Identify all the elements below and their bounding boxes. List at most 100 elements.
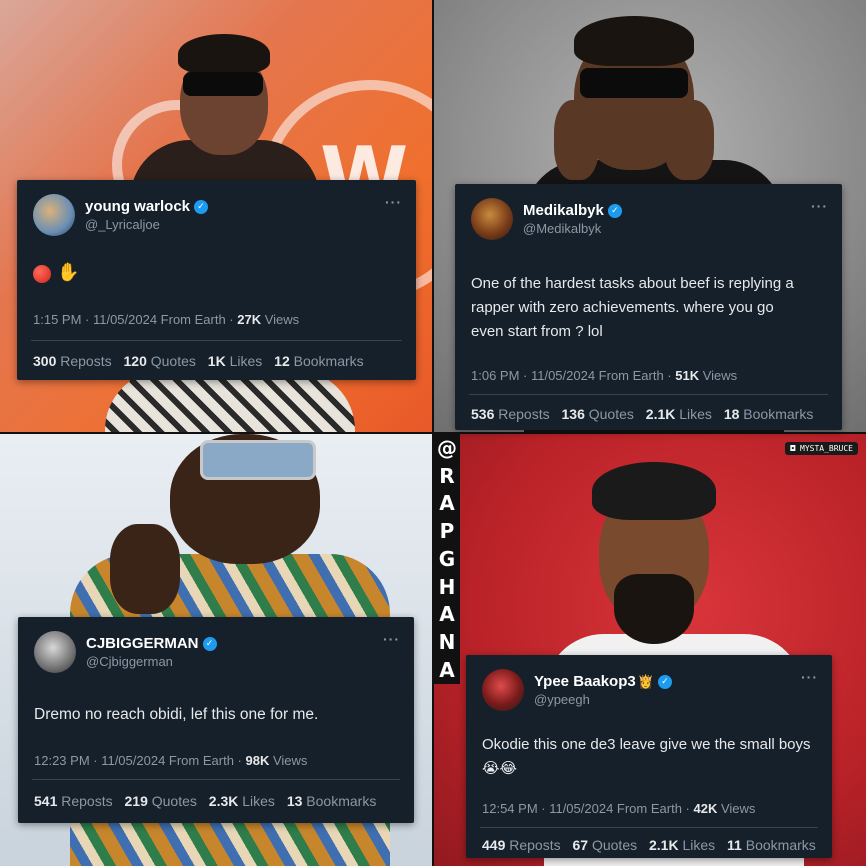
more-options-icon[interactable]: ··· [383,631,400,647]
crown-icon: 👸 [637,673,654,689]
views-count: 42K [693,801,718,816]
likes-count: 2.1K [649,837,679,853]
tweet-meta: 12:23 PM · 11/05/2024 From Earth · 98K V… [34,753,307,768]
author-name[interactable]: young warlock [85,198,190,215]
tweet-text-line: rapper with zero achievements. where you… [471,299,774,316]
tweet-author: Medikalbyk ✓ @Medikalbyk [471,198,622,240]
tweet-text: Okodie this one de3 leave give we the sm… [482,733,811,781]
quotes-count: 120 [123,353,147,369]
watermark-letter: R [439,463,455,488]
avatar[interactable] [34,631,76,673]
reposts-label: Reposts [61,793,113,809]
reposts-label: Reposts [60,353,112,369]
tweet-text-line: One of the hardest tasks about beef is r… [471,275,794,292]
bookmarks-stat[interactable]: 11 Bookmarks [727,837,816,853]
avatar[interactable] [33,194,75,236]
bookmarks-stat[interactable]: 13 Bookmarks [287,793,377,809]
divider [31,340,402,341]
quotes-count: 136 [561,406,585,422]
likes-count: 2.3K [208,793,239,809]
tweet-stats: 300 Reposts 120 Quotes 1K Likes 12 Bookm… [33,353,372,369]
likes-label: Likes [229,353,263,369]
likes-stat[interactable]: 2.1K Likes [646,406,712,422]
tweet-card[interactable]: young warlock ✓ @_Lyricaljoe ··· ✋ 1:15 P… [17,180,416,380]
bookmarks-stat[interactable]: 18 Bookmarks [724,406,814,422]
quotes-label: Quotes [591,837,638,853]
quotes-stat[interactable]: 67 Quotes [573,837,638,853]
views-label: Views [264,312,300,327]
quotes-label: Quotes [588,406,634,422]
bookmarks-label: Bookmarks [306,793,377,809]
reposts-label: Reposts [509,837,561,853]
tweet-text-line: even start from ? lol [471,323,603,340]
tweet-card[interactable]: Ypee Baakop3 👸 ✓ @ypeegh ··· Okodie this o… [466,655,832,858]
tweet-timestamp[interactable]: 1:15 PM · 11/05/2024 From Earth · [33,312,237,327]
verified-badge-icon: ✓ [202,636,217,651]
quotes-stat[interactable]: 136 Quotes [562,406,634,422]
tweet-text: ✋ [33,260,79,286]
quotes-stat[interactable]: 219 Quotes [125,793,197,809]
quotes-count: 219 [124,793,148,809]
instagram-credit-tag: ◘ MYSTA_BRUCE [785,442,858,455]
watermark-letter: N [438,630,456,655]
likes-label: Likes [682,837,716,853]
tweet-text: One of the hardest tasks about beef is r… [471,272,794,344]
bookmarks-stat[interactable]: 12 Bookmarks [274,353,364,369]
tweet-author: young warlock ✓ @_Lyricaljoe [33,194,209,236]
quotes-label: Quotes [150,353,196,369]
verified-badge-icon: ✓ [607,203,622,218]
likes-stat[interactable]: 2.3K Likes [209,793,275,809]
avatar[interactable] [482,669,524,711]
tweet-timestamp[interactable]: 12:23 PM · 11/05/2024 From Earth · [34,753,245,768]
tweet-timestamp[interactable]: 12:54 PM · 11/05/2024 From Earth · [482,801,693,816]
likes-count: 1K [207,353,226,369]
more-options-icon[interactable]: ··· [801,669,818,685]
reposts-count: 541 [34,793,58,809]
instagram-credit-handle: MYSTA_BRUCE [800,444,853,453]
more-options-icon[interactable]: ··· [385,194,402,210]
reposts-stat[interactable]: 449 Reposts [482,837,561,853]
reposts-count: 449 [482,837,506,853]
likes-stat[interactable]: 2.1K Likes [649,837,715,853]
bookmarks-count: 18 [723,406,740,422]
watermark-letter: P [439,519,455,544]
raised-hand-icon: ✋ [57,262,80,282]
views-label: Views [272,753,308,768]
divider [469,394,828,395]
author-handle[interactable]: @_Lyricaljoe [85,217,208,232]
likes-label: Likes [679,406,712,422]
author-name[interactable]: CJBIGGERMAN [86,635,199,652]
likes-label: Likes [242,793,275,809]
tweet-timestamp[interactable]: 1:06 PM · 11/05/2024 From Earth · [471,368,675,383]
tweet-meta: 12:54 PM · 11/05/2024 From Earth · 42K V… [482,801,755,816]
watermark-letter: A [439,491,455,516]
tweet-stats: 536 Reposts 136 Quotes 2.1K Likes 18 Boo… [471,406,821,422]
reposts-stat[interactable]: 541 Reposts [34,793,113,809]
views-count: 51K [675,368,700,383]
tweet-text-line: Okodie this one de3 leave give we the sm… [482,736,811,753]
verified-badge-icon: ✓ [194,199,209,214]
tweet-card[interactable]: CJBIGGERMAN ✓ @Cjbiggerman ··· Dremo no r… [18,617,414,823]
bookmarks-label: Bookmarks [745,837,816,853]
watermark-letter: H [438,574,456,599]
tweet-card[interactable]: Medikalbyk ✓ @Medikalbyk ··· One of the h… [455,184,842,430]
reposts-stat[interactable]: 300 Reposts [33,353,112,369]
rapghana-watermark: @ R A P G H A N A [434,434,460,684]
author-name[interactable]: Medikalbyk [523,202,604,219]
likes-stat[interactable]: 1K Likes [208,353,262,369]
reposts-label: Reposts [498,406,550,422]
watermark-letter: @ [437,435,457,460]
bookmarks-count: 12 [274,353,290,369]
author-handle[interactable]: @Medikalbyk [523,221,622,236]
bookmarks-count: 11 [727,837,742,853]
tweet-stats: 449 Reposts 67 Quotes 2.1K Likes 11 Book… [482,837,824,853]
author-name[interactable]: Ypee Baakop3 [534,673,636,690]
more-options-icon[interactable]: ··· [811,198,828,214]
author-handle[interactable]: @ypeegh [534,692,672,707]
reposts-stat[interactable]: 536 Reposts [471,406,550,422]
bookmarks-count: 13 [286,793,303,809]
author-handle[interactable]: @Cjbiggerman [86,654,217,669]
views-count: 98K [245,753,270,768]
avatar[interactable] [471,198,513,240]
quotes-stat[interactable]: 120 Quotes [124,353,196,369]
